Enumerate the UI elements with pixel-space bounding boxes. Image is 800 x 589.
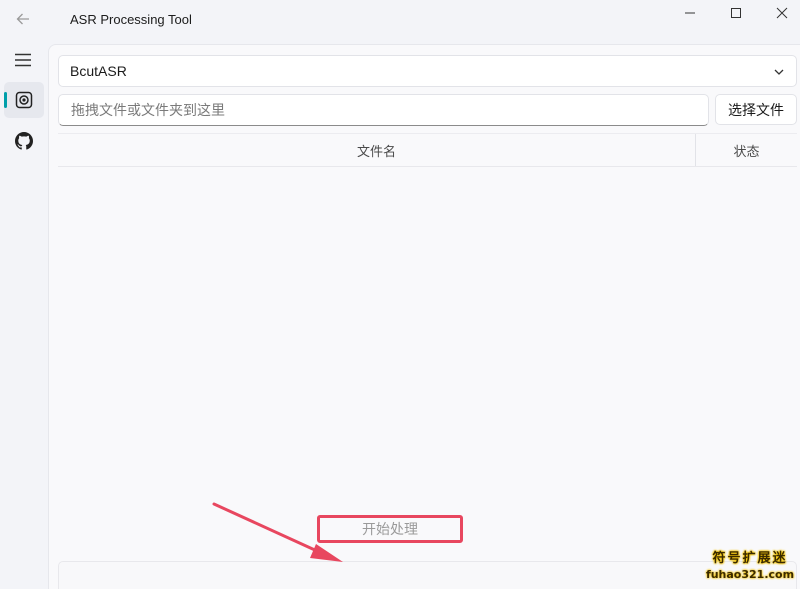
back-button[interactable] (8, 6, 38, 32)
asr-icon (15, 91, 33, 109)
asr-engine-select[interactable]: BcutASR (58, 55, 797, 87)
maximize-button[interactable] (713, 0, 759, 26)
close-button[interactable] (759, 0, 800, 26)
minimize-icon (685, 12, 695, 14)
title-bar: ASR Processing Tool (0, 0, 800, 44)
chevron-down-icon (774, 69, 784, 75)
annotation-arrow (212, 502, 343, 562)
nav-item-github[interactable] (4, 123, 44, 159)
window-title: ASR Processing Tool (70, 12, 192, 27)
nav-menu-button[interactable] (6, 46, 40, 74)
watermark-title: 符号扩展迷 (712, 551, 788, 566)
maximize-icon (731, 8, 741, 18)
back-arrow-icon (16, 13, 29, 25)
bottom-action-bar (58, 561, 797, 589)
hamburger-menu-icon (15, 53, 31, 67)
select-file-button[interactable]: 选择文件 (715, 94, 797, 125)
asr-engine-value: BcutASR (70, 63, 127, 79)
column-header-status[interactable]: 状态 (696, 134, 797, 166)
column-header-filename[interactable]: 文件名 (58, 134, 696, 166)
minimize-button[interactable] (667, 0, 713, 26)
file-path-input[interactable]: 拖拽文件或文件夹到这里 (58, 94, 709, 126)
close-icon (776, 7, 788, 19)
watermark: 符号扩展迷 fuhao321.com (702, 551, 798, 587)
file-table-body[interactable] (58, 167, 797, 557)
file-table-header: 文件名 状态 (58, 133, 797, 167)
watermark-url: fuhao321.com (705, 568, 795, 581)
active-nav-indicator (4, 92, 7, 108)
asr-panel: BcutASR 拖拽文件或文件夹到这里 选择文件 文件名 状态 (48, 44, 800, 589)
github-icon (15, 132, 33, 150)
nav-item-asr[interactable] (4, 82, 44, 118)
